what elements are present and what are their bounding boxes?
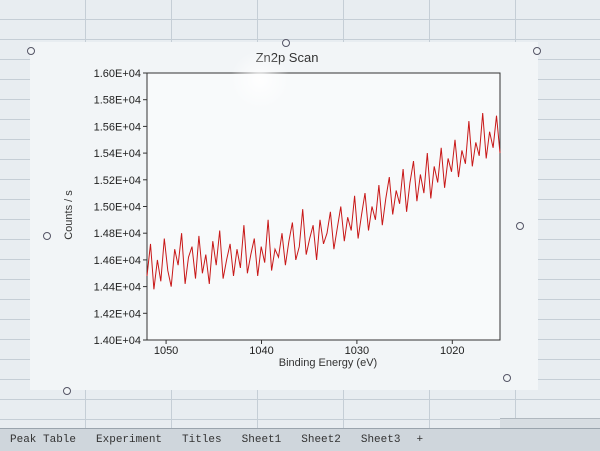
y-tick-label: 1.52E+04	[94, 175, 141, 187]
x-tick-label: 1020	[440, 345, 464, 357]
sheet-tab-bar: Peak Table Experiment Titles Sheet1 Shee…	[0, 428, 600, 451]
y-tick-label: 1.42E+04	[94, 308, 141, 320]
tab-sheet2[interactable]: Sheet2	[291, 434, 351, 446]
chart-title: Zn2p Scan	[256, 50, 319, 65]
y-tick-label: 1.46E+04	[94, 255, 141, 267]
y-tick-label: 1.56E+04	[94, 121, 141, 133]
x-axis-label: Binding Energy (eV)	[279, 357, 377, 369]
y-tick-label: 1.48E+04	[94, 228, 141, 240]
add-sheet-button[interactable]: +	[410, 434, 429, 446]
y-axis: 1.40E+04 1.42E+04 1.44E+04 1.46E+04 1.48E+04…	[94, 68, 147, 347]
plot-area	[146, 72, 501, 341]
y-axis-label: Counts / s	[63, 190, 75, 240]
x-tick-label: 1050	[154, 345, 178, 357]
tab-sheet1[interactable]: Sheet1	[232, 434, 292, 446]
y-tick-label: 1.50E+04	[94, 202, 141, 214]
y-tick-label: 1.58E+04	[94, 95, 141, 107]
y-tick-label: 1.44E+04	[94, 282, 141, 294]
x-axis: 1050 1040 1030 1020	[154, 340, 465, 357]
y-tick-label: 1.60E+04	[94, 68, 141, 80]
line-chart: Zn2p Scan 1.40E+04 1.42E+04 1.44E+04 1.46E+…	[63, 50, 501, 369]
x-tick-label: 1030	[345, 345, 369, 357]
tab-experiment[interactable]: Experiment	[86, 434, 172, 446]
y-tick-label: 1.40E+04	[94, 335, 141, 347]
x-tick-label: 1040	[249, 345, 273, 357]
tab-sheet3[interactable]: Sheet3	[351, 434, 411, 446]
tab-peak-table[interactable]: Peak Table	[0, 434, 86, 446]
y-tick-label: 1.54E+04	[94, 148, 141, 160]
tab-titles[interactable]: Titles	[172, 434, 232, 446]
